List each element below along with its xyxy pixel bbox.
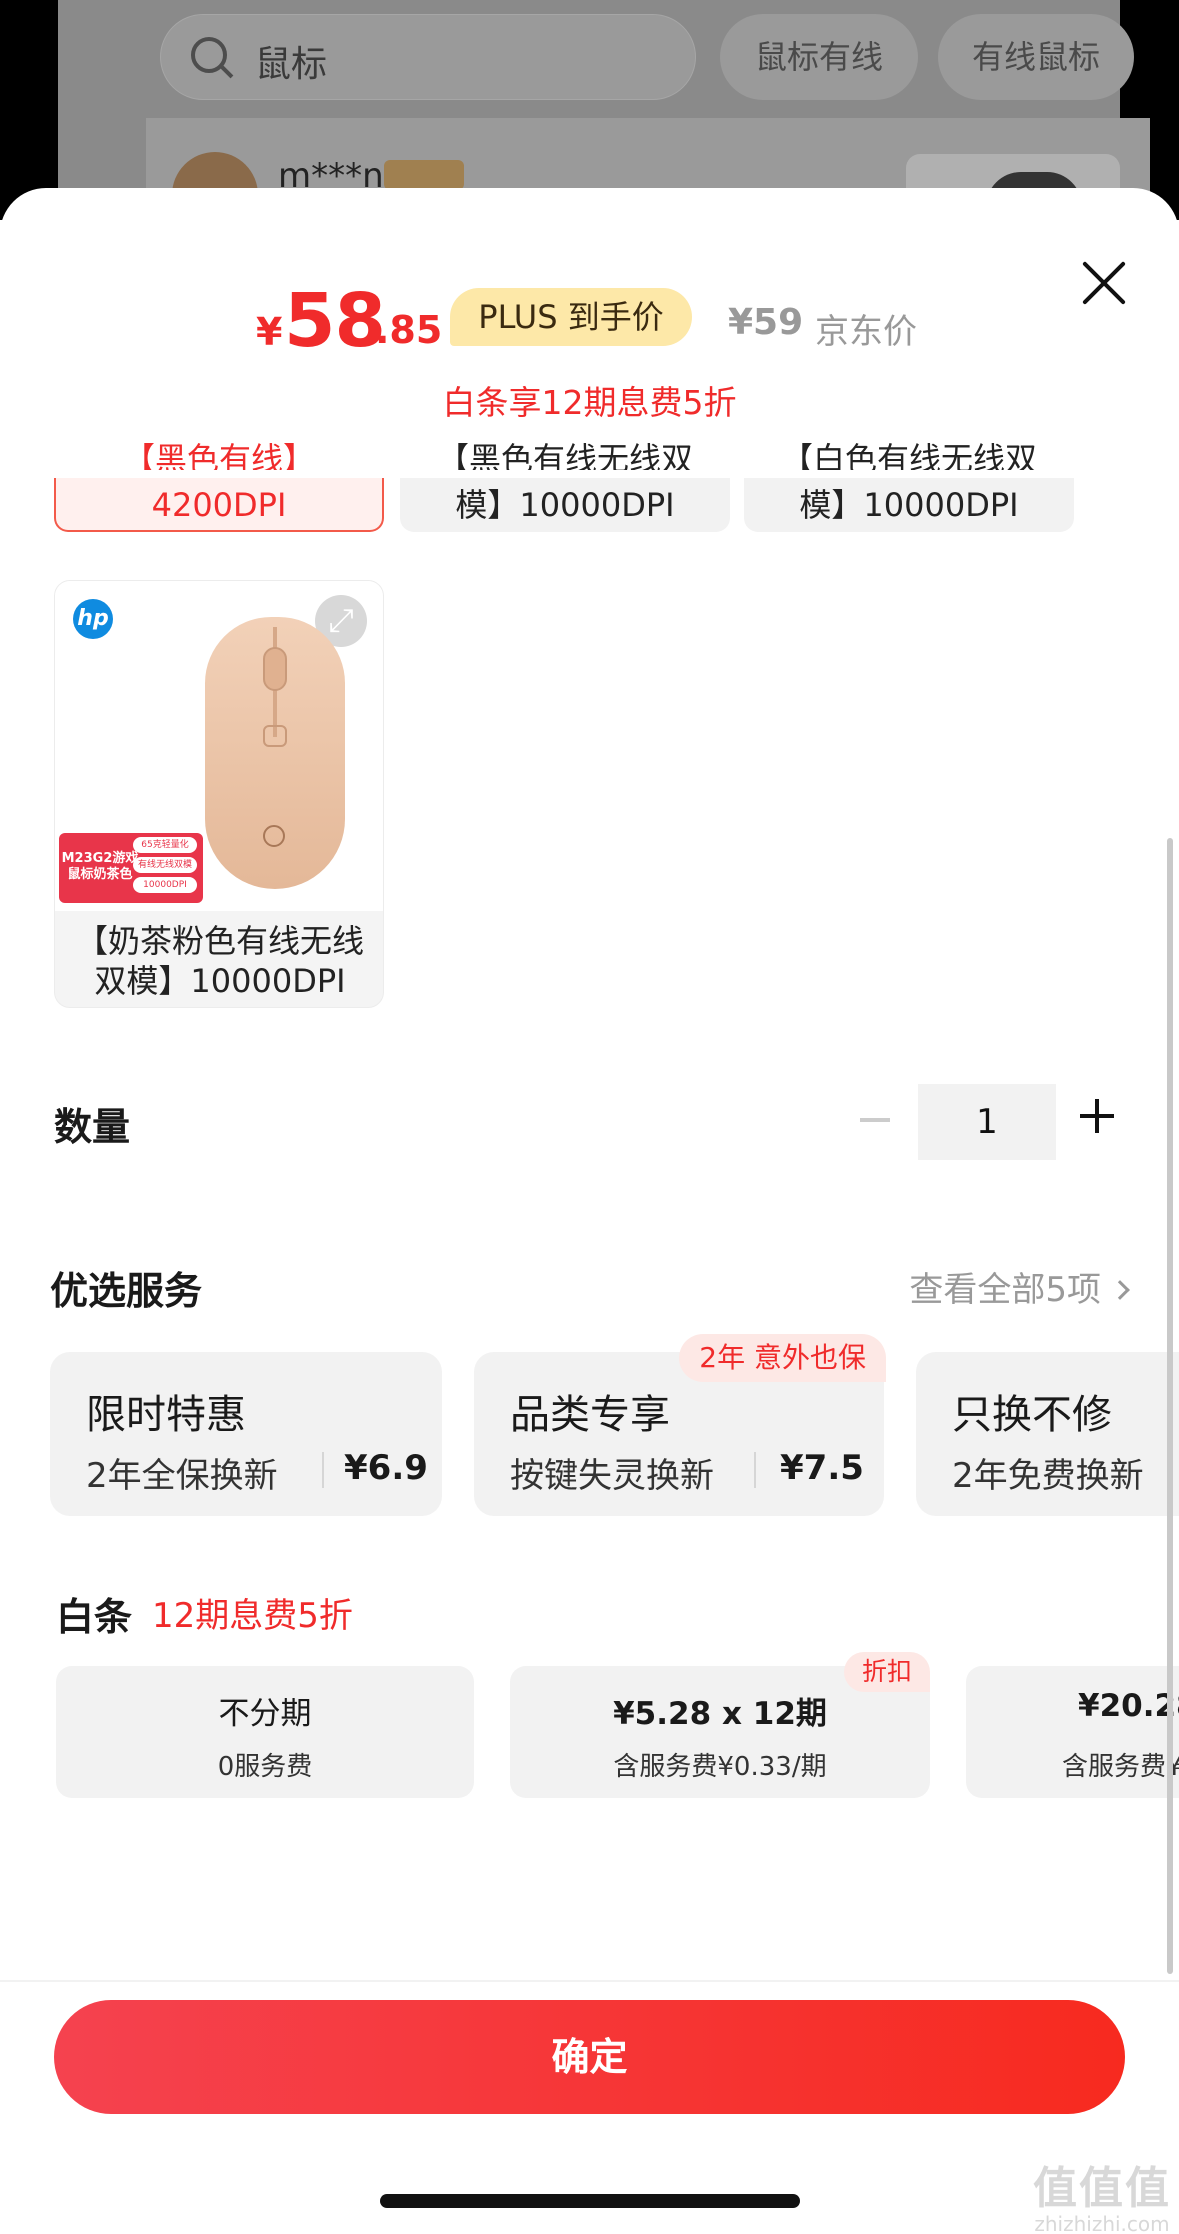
spec-option-label-top: 【黑色有线】 <box>122 440 315 470</box>
spec-option-label-top: 【黑色有线无线双 <box>436 440 693 470</box>
scrollbar[interactable] <box>1167 838 1173 1974</box>
price-decimal: .85 <box>375 308 443 352</box>
mouse-logo <box>263 825 285 847</box>
background-search-bar: 鼠标 <box>160 14 696 100</box>
spec-option-label: 4200DPI <box>151 486 287 524</box>
spec-option-milktea-pink[interactable]: hp M23G2游戏鼠标奶茶色 65克轻量化 有线无线双模 10000DPI 【… <box>54 580 384 1008</box>
price-currency: ¥ <box>256 310 283 354</box>
mouse-image <box>205 617 345 889</box>
quantity-title: 数量 <box>54 1105 131 1149</box>
services-view-all-label: 查看全部5项 <box>909 1270 1101 1310</box>
price-integer: 58 <box>284 278 386 364</box>
spec-option-label: 模】10000DPI <box>799 486 1019 524</box>
promo-badge-pills: 65克轻量化 有线无线双模 10000DPI <box>133 837 197 897</box>
increment-button[interactable] <box>1080 1098 1116 1134</box>
home-indicator[interactable] <box>380 2194 800 2208</box>
mouse-dpi-button <box>263 725 287 747</box>
service-divider <box>754 1452 756 1488</box>
spec-option-label-top: 【白色有线无线双 <box>780 440 1037 470</box>
installment-option-none[interactable]: 不分期 0服务费 <box>56 1666 474 1798</box>
footer-divider <box>0 1980 1179 1982</box>
jd-price-label: 京东价 <box>815 312 917 352</box>
service-desc: 按键失灵换新 <box>510 1456 714 1496</box>
services-view-all-link[interactable]: 查看全部5项 <box>909 1262 1130 1311</box>
spec-option-label: 模】10000DPI <box>455 486 675 524</box>
confirm-button[interactable]: 确定 <box>54 2000 1125 2114</box>
hp-logo-icon: hp <box>73 599 113 639</box>
baitiao-title: 白条 <box>56 1595 133 1639</box>
service-desc: 2年全保换新 <box>86 1456 278 1496</box>
service-card-replace-only[interactable]: 只换不修 2年免费换新 <box>916 1352 1179 1516</box>
quantity-input[interactable]: 1 <box>918 1084 1056 1160</box>
spec-label-line-1: 【奶茶粉色有线无线 <box>75 922 364 960</box>
service-name: 限时特惠 <box>86 1392 246 1438</box>
member-badge-icon <box>384 160 464 190</box>
background-page: 鼠标 鼠标有线 有线鼠标 m***n <box>0 0 1179 242</box>
background-search-text: 鼠标 <box>255 44 328 85</box>
jd-price: ¥59 <box>728 302 804 343</box>
promo-pill: 10000DPI <box>133 877 197 893</box>
installment-option-3[interactable]: ¥20.28 含服务费¥ <box>966 1666 1179 1798</box>
installment-main: 不分期 <box>218 1696 312 1732</box>
discount-tag: 折扣 <box>843 1652 930 1692</box>
spec-option-black-dual[interactable]: 【黑色有线无线双 模】10000DPI <box>400 440 730 532</box>
decrement-button[interactable] <box>856 1102 896 1138</box>
service-price: ¥6.9 <box>344 1448 428 1488</box>
search-icon <box>191 37 227 73</box>
installment-sub: 0服务费 <box>217 1752 313 1782</box>
product-image: hp M23G2游戏鼠标奶茶色 65克轻量化 有线无线双模 10000DPI <box>55 581 383 911</box>
spec-selection-sheet: ¥ 58 .85 PLUS 到手价 ¥59 京东价 白条享12期息费5折 【黑色… <box>0 188 1179 2234</box>
baitiao-discount-note: 白条享12期息费5折 <box>442 383 737 422</box>
plus-price-tag: PLUS 到手价 <box>450 288 692 346</box>
watermark-logo: 值值值 <box>1033 2163 1171 2214</box>
installment-main: ¥5.28 x 12期 <box>613 1696 827 1732</box>
spec-option-white-dual[interactable]: 【白色有线无线双 模】10000DPI <box>744 440 1074 532</box>
service-card-category-exclusive[interactable]: 2年 意外也保 品类专享 按键失灵换新 ¥7.5 <box>474 1334 886 1516</box>
service-price: ¥7.5 <box>780 1448 864 1488</box>
background-content: 鼠标 鼠标有线 有线鼠标 m***n <box>58 0 1150 242</box>
spec-label-line-2: 双模】10000DPI <box>94 962 346 1000</box>
price-row: ¥ 58 .85 PLUS 到手价 ¥59 京东价 <box>0 278 1179 368</box>
background-chip: 有线鼠标 <box>938 14 1134 100</box>
promo-pill: 65克轻量化 <box>133 837 197 853</box>
service-tag: 2年 意外也保 <box>679 1334 886 1382</box>
spec-option-black-wired[interactable]: 【黑色有线】 4200DPI <box>54 440 384 532</box>
baitiao-promo: 12期息费5折 <box>152 1596 353 1636</box>
installment-main: ¥20.28 <box>1078 1688 1179 1724</box>
promo-pill: 有线无线双模 <box>133 857 197 873</box>
installment-option-12[interactable]: 折扣 ¥5.28 x 12期 含服务费¥0.33/期 <box>510 1652 930 1798</box>
watermark: 值值值 zhizhizhi.com <box>1033 2152 1171 2234</box>
service-name: 只换不修 <box>952 1392 1112 1438</box>
services-title: 优选服务 <box>50 1269 203 1313</box>
service-desc: 2年免费换新 <box>952 1456 1144 1496</box>
service-card-limited-offer[interactable]: 限时特惠 2年全保换新 ¥6.9 <box>50 1352 442 1516</box>
mouse-wheel <box>263 647 287 691</box>
service-name: 品类专享 <box>510 1392 670 1438</box>
installment-sub: 含服务费¥0.33/期 <box>613 1752 827 1782</box>
promo-badge-title: M23G2游戏鼠标奶茶色 <box>61 851 139 882</box>
spec-option-label: 【奶茶粉色有线无线 双模】10000DPI <box>55 911 383 1007</box>
service-divider <box>322 1452 324 1488</box>
installment-sub: 含服务费¥ <box>1062 1752 1179 1782</box>
chevron-right-icon <box>1110 1280 1130 1300</box>
promo-badge: M23G2游戏鼠标奶茶色 65克轻量化 有线无线双模 10000DPI <box>59 833 203 903</box>
watermark-url: zhizhizhi.com <box>1034 2212 1170 2234</box>
background-chip: 鼠标有线 <box>720 14 918 100</box>
